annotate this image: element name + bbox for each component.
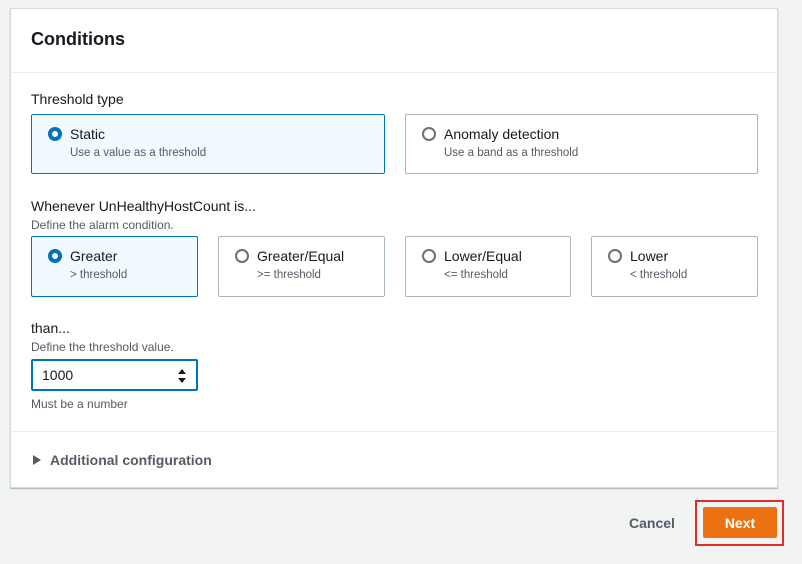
lower-equal-desc: <= threshold	[444, 269, 508, 281]
lower-equal-radio[interactable]	[422, 249, 436, 263]
anomaly-detection-radio[interactable]	[422, 127, 436, 141]
greater-equal-label: Greater/Equal	[257, 248, 345, 264]
anomaly-detection-desc: Use a band as a threshold	[444, 147, 579, 159]
condition-label: Whenever UnHealthyHostCount is...	[31, 198, 256, 214]
caret-right-icon	[33, 455, 41, 465]
threshold-value-label: than...	[31, 320, 70, 336]
greater-label: Greater	[70, 248, 118, 264]
cancel-button[interactable]: Cancel	[618, 508, 686, 538]
threshold-type-label: Threshold type	[31, 91, 124, 107]
anomaly-detection-label: Anomaly detection	[444, 126, 560, 142]
condition-greater-equal-tile[interactable]: Greater/Equal >= threshold	[218, 236, 385, 297]
threshold-value-desc: Define the threshold value.	[31, 340, 174, 354]
next-button[interactable]: Next	[703, 507, 777, 538]
additional-configuration-label: Additional configuration	[50, 452, 212, 468]
threshold-type-anomaly-tile[interactable]: Anomaly detection Use a band as a thresh…	[405, 114, 758, 174]
number-stepper-icon[interactable]	[178, 369, 186, 383]
threshold-value-hint: Must be a number	[31, 397, 128, 411]
greater-desc: > threshold	[70, 269, 128, 281]
conditions-panel: Conditions Threshold type Static Use a v…	[10, 8, 778, 488]
panel-header: Conditions	[11, 9, 777, 73]
threshold-value-input[interactable]: 1000	[31, 359, 198, 391]
condition-lower-tile[interactable]: Lower < threshold	[591, 236, 758, 297]
lower-radio[interactable]	[608, 249, 622, 263]
lower-desc: < threshold	[630, 269, 688, 281]
lower-label: Lower	[630, 248, 669, 264]
lower-equal-label: Lower/Equal	[444, 248, 522, 264]
greater-equal-radio[interactable]	[235, 249, 249, 263]
condition-desc: Define the alarm condition.	[31, 218, 174, 232]
additional-configuration-expander[interactable]: Additional configuration	[33, 452, 212, 468]
static-radio[interactable]	[48, 127, 62, 141]
threshold-value-text: 1000	[42, 367, 74, 383]
greater-radio[interactable]	[48, 249, 62, 263]
section-divider	[11, 431, 777, 432]
static-desc: Use a value as a threshold	[70, 147, 207, 159]
static-label: Static	[70, 126, 106, 142]
condition-lower-equal-tile[interactable]: Lower/Equal <= threshold	[405, 236, 571, 297]
panel-title: Conditions	[31, 29, 125, 49]
condition-greater-tile[interactable]: Greater > threshold	[31, 236, 198, 297]
threshold-type-static-tile[interactable]: Static Use a value as a threshold	[31, 114, 385, 174]
greater-equal-desc: >= threshold	[257, 269, 321, 281]
